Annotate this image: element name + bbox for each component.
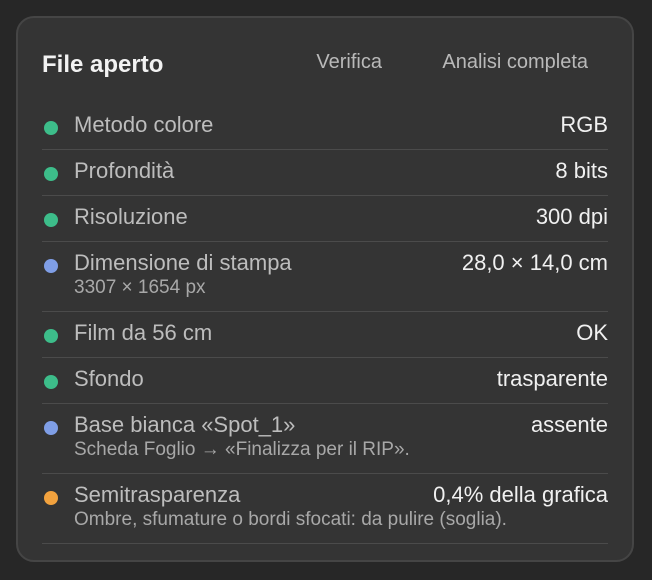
check-row-resolution: Risoluzione 300 dpi bbox=[42, 196, 608, 242]
status-dot-icon bbox=[44, 213, 58, 227]
check-row-print-size: Dimensione di stampa 28,0 × 14,0 cm 3307… bbox=[42, 242, 608, 312]
check-note: Scheda Foglio → «Finalizza per il RIP». bbox=[74, 439, 410, 460]
check-row-color-mode: Metodo colore RGB bbox=[42, 104, 608, 150]
status-dot-icon bbox=[44, 491, 58, 505]
check-row-white-base: Base bianca «Spot_1» assente Scheda Fogl… bbox=[42, 404, 608, 474]
check-value: OK bbox=[576, 320, 608, 345]
check-label: Risoluzione bbox=[74, 204, 188, 229]
check-label: Dimensione di stampa bbox=[74, 250, 292, 275]
check-label: Metodo colore bbox=[74, 112, 214, 137]
panel-title: File aperto bbox=[42, 51, 164, 78]
check-label: Base bianca «Spot_1» bbox=[74, 412, 296, 437]
status-dot-icon bbox=[44, 167, 58, 181]
check-row-bit-depth: Profondità 8 bits bbox=[42, 150, 608, 196]
check-label: Profondità bbox=[74, 158, 175, 183]
verify-button[interactable]: Verifica bbox=[316, 51, 382, 74]
check-value: RGB bbox=[560, 112, 608, 137]
check-value: trasparente bbox=[496, 366, 608, 391]
check-value: 0,4% della grafica bbox=[433, 482, 608, 507]
check-label: Film da 56 cm bbox=[74, 320, 213, 345]
check-note: Ombre, sfumature o bordi sfocati: da pul… bbox=[74, 509, 507, 530]
status-dot-icon bbox=[44, 375, 58, 389]
check-row-film-width: Film da 56 cm OK bbox=[42, 312, 608, 358]
status-dot-icon bbox=[44, 259, 58, 273]
check-label: Semitrasparenza bbox=[74, 482, 241, 507]
panel-header: File aperto Verifica Analisi completa bbox=[42, 48, 608, 84]
check-row-background: Sfondo trasparente bbox=[42, 358, 608, 404]
check-value: 28,0 × 14,0 cm bbox=[461, 250, 608, 275]
check-value: assente bbox=[530, 412, 608, 437]
check-list: Metodo colore RGB Profondità 8 bits Riso… bbox=[42, 104, 608, 544]
full-analysis-button[interactable]: Analisi completa bbox=[442, 51, 588, 74]
file-info-panel: File aperto Verifica Analisi completa Me… bbox=[16, 16, 634, 562]
check-note: 3307 × 1654 px bbox=[74, 277, 206, 298]
check-value: 8 bits bbox=[555, 158, 608, 183]
status-dot-icon bbox=[44, 421, 58, 435]
check-value: 300 dpi bbox=[535, 204, 608, 229]
status-dot-icon bbox=[44, 329, 58, 343]
status-dot-icon bbox=[44, 121, 58, 135]
check-label: Sfondo bbox=[74, 366, 144, 391]
check-row-semi-transparency: Semitrasparenza 0,4% della grafica Ombre… bbox=[42, 474, 608, 544]
